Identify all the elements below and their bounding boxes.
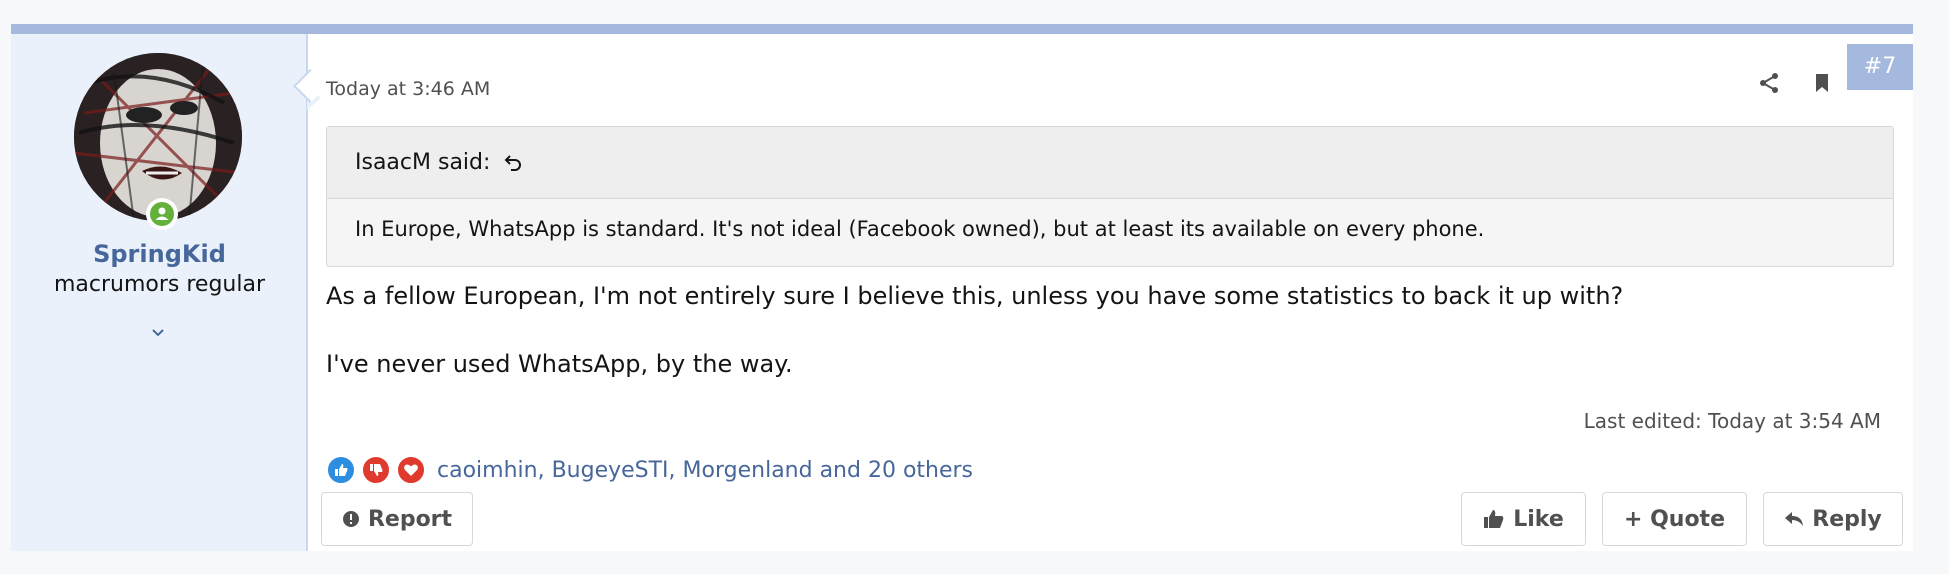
chevron-down-icon[interactable]: [149, 324, 167, 342]
heart-icon: [396, 455, 426, 485]
quote-text: In Europe, WhatsApp is standard. It's no…: [355, 217, 1485, 241]
report-label: Report: [367, 506, 453, 532]
reply-label: Reply: [1812, 506, 1882, 532]
quote-author: IsaacM said:: [355, 150, 491, 175]
thumbs-up-icon: [326, 455, 356, 485]
post-number[interactable]: #7: [1847, 44, 1913, 90]
reaction-users-link[interactable]: caoimhin, BugeyeSTI, Morgenland and 20 o…: [437, 458, 973, 483]
like-button[interactable]: Like: [1461, 492, 1586, 546]
reply-arrow-icon: [1785, 512, 1804, 526]
like-label: Like: [1513, 506, 1564, 532]
username[interactable]: SpringKid: [11, 240, 308, 268]
quote-button[interactable]: + Quote: [1602, 492, 1747, 546]
quote-block: IsaacM said: In Europe, WhatsApp is stan…: [326, 126, 1894, 267]
share-icon[interactable]: [1756, 70, 1782, 96]
post-date[interactable]: Today at 3:46 AM: [326, 78, 490, 100]
exclamation-circle-icon: [342, 511, 359, 527]
last-edited: Last edited: Today at 3:54 AM: [1583, 409, 1881, 433]
avatar[interactable]: [74, 53, 242, 221]
quote-header: IsaacM said:: [327, 127, 1893, 199]
reactions-bar: caoimhin, BugeyeSTI, Morgenland and 20 o…: [326, 454, 973, 486]
bookmark-icon[interactable]: [1809, 70, 1835, 96]
message-paragraph: I've never used WhatsApp, by the way.: [326, 350, 793, 378]
quote-label: + Quote: [1623, 506, 1725, 532]
thumbs-down-icon: [361, 455, 391, 485]
go-to-quote-icon[interactable]: [502, 152, 524, 174]
user-cell: SpringKid macrumors regular: [11, 34, 308, 551]
avatar-image: [74, 53, 242, 221]
reply-button[interactable]: Reply: [1763, 492, 1903, 546]
thumbs-up-icon: [1484, 510, 1504, 528]
message-paragraph: As a fellow European, I'm not entirely s…: [326, 282, 1624, 310]
report-button[interactable]: Report: [321, 492, 473, 546]
online-status-icon: [146, 198, 178, 230]
user-title: macrumors regular: [53, 272, 266, 297]
post-container: SpringKid macrumors regular Today at 3:4…: [11, 24, 1913, 551]
